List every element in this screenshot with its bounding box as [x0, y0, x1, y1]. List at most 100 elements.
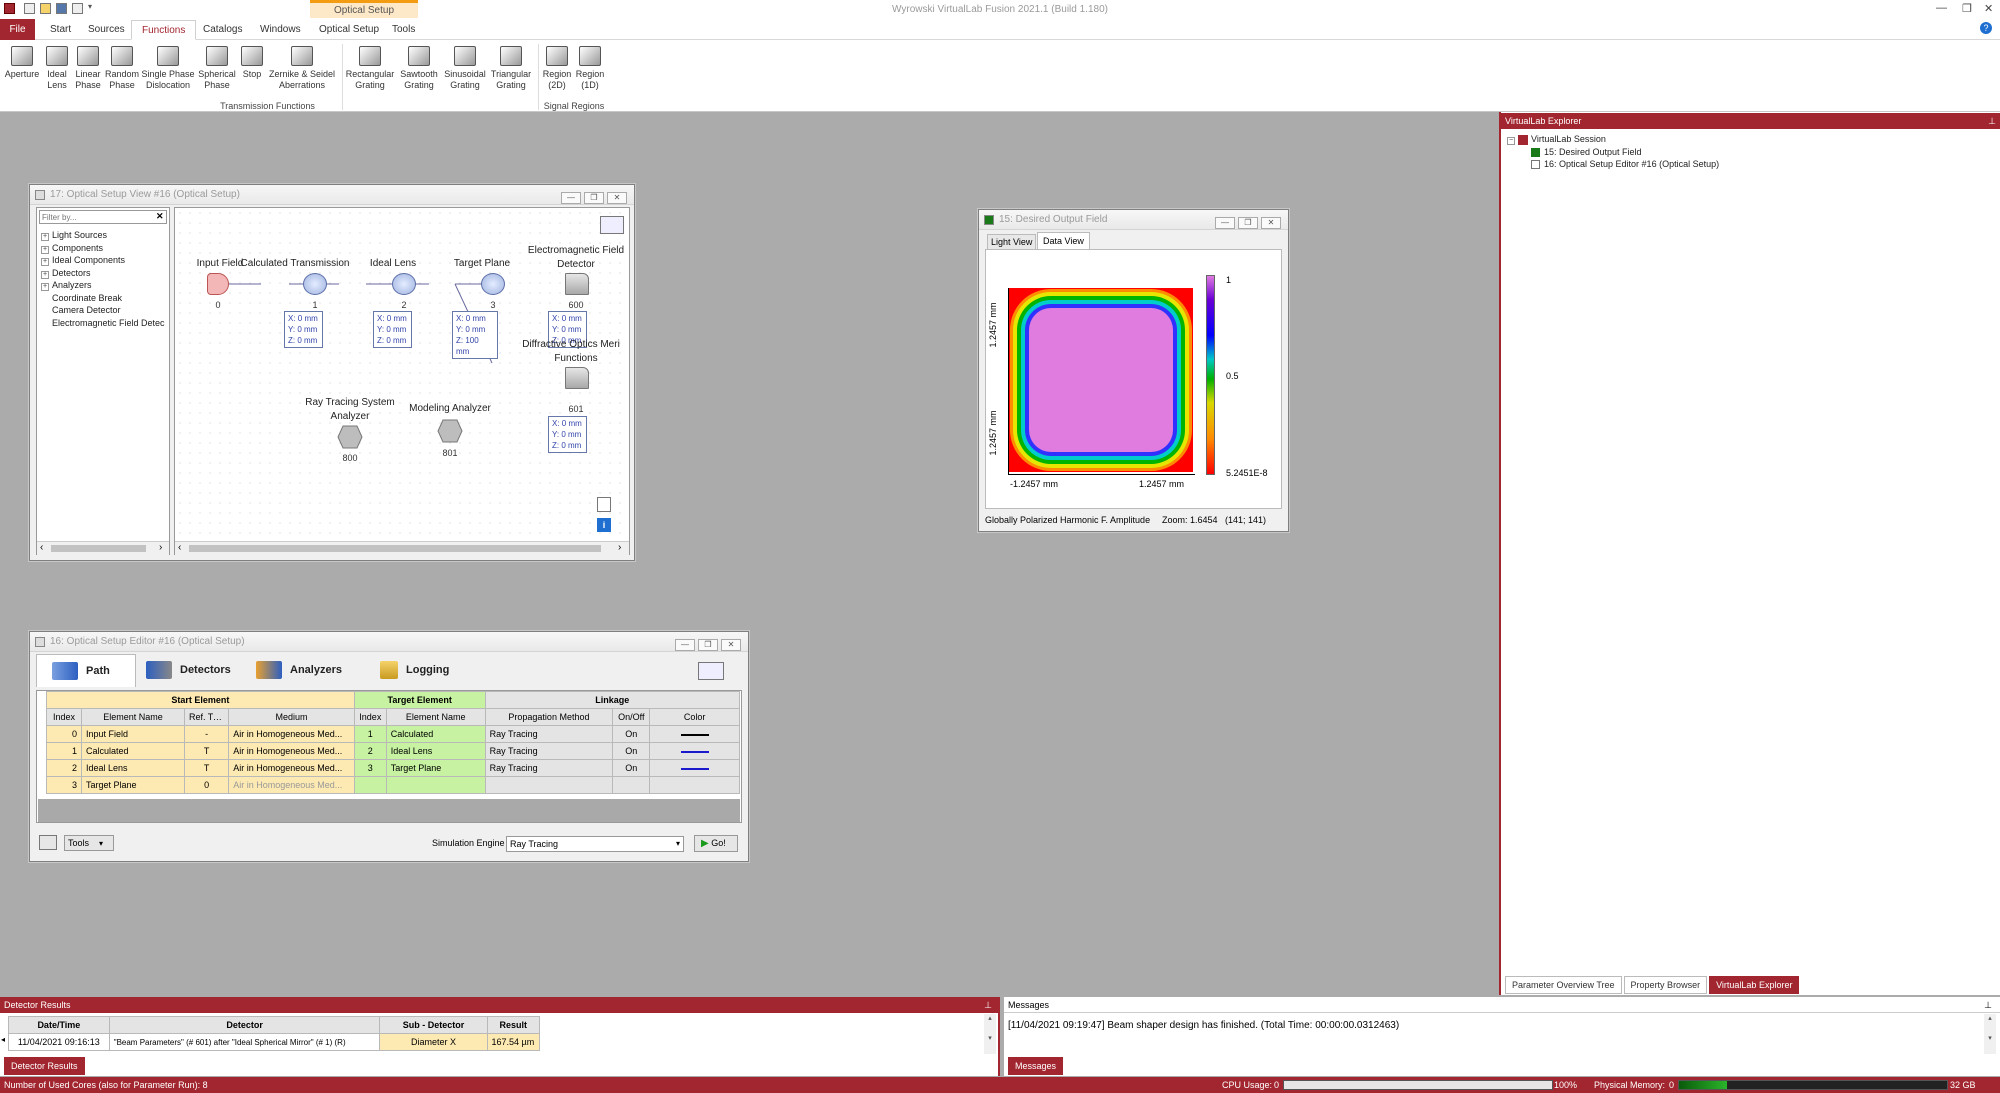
- close-button[interactable]: ✕: [1984, 2, 1993, 15]
- maximize-button[interactable]: ❐: [584, 192, 604, 204]
- table-row[interactable]: 11/04/2021 09:16:13 "Beam Parameters" (#…: [8, 1033, 540, 1051]
- toggle-view-icon[interactable]: [600, 216, 624, 234]
- tab-messages[interactable]: Messages: [1008, 1057, 1064, 1075]
- tab-virtuallab-explorer[interactable]: VirtualLab Explorer: [1709, 976, 1800, 994]
- scroll-right-icon[interactable]: ›: [159, 542, 162, 553]
- pin-icon[interactable]: ⊥: [1988, 113, 1996, 129]
- component-node[interactable]: [303, 273, 327, 295]
- component-node[interactable]: [481, 273, 505, 295]
- minimize-button[interactable]: —: [675, 639, 695, 651]
- tree-item-setup-editor[interactable]: 16: Optical Setup Editor #16 (Optical Se…: [1507, 158, 1719, 171]
- scroll-left-icon[interactable]: ‹: [40, 542, 43, 553]
- cell-color[interactable]: [649, 759, 740, 777]
- column-header[interactable]: Element Name: [81, 708, 185, 726]
- filter-input[interactable]: [39, 210, 167, 224]
- cell-target-index[interactable]: 3: [353, 759, 387, 777]
- tools-dropdown[interactable]: Tools ▾: [64, 835, 114, 851]
- tab-analyzers[interactable]: Analyzers: [256, 654, 366, 687]
- cell-element-name[interactable]: Input Field: [81, 725, 185, 743]
- column-header[interactable]: Propagation Method: [484, 708, 614, 726]
- table-row[interactable]: 3 Target Plane 0 Air in Homogeneous Med.…: [46, 776, 740, 794]
- tab-data-view[interactable]: Data View: [1037, 232, 1090, 249]
- cell-target-index[interactable]: [353, 776, 387, 794]
- pin-icon[interactable]: ⊥: [984, 997, 992, 1013]
- column-header[interactable]: Ref. Type: [183, 708, 230, 726]
- cell-color[interactable]: [649, 725, 740, 743]
- cell-index[interactable]: 2: [46, 759, 82, 777]
- go-button[interactable]: ▶ Go!: [694, 835, 738, 852]
- region-2d-button[interactable]: Region (2D): [541, 44, 573, 100]
- spherical-phase-button[interactable]: Spherical Phase: [196, 44, 238, 100]
- light-source-node[interactable]: [207, 273, 229, 295]
- stop-button[interactable]: Stop: [238, 44, 266, 100]
- cell-target-name[interactable]: Calculated: [385, 725, 486, 743]
- cell-propagation[interactable]: [484, 776, 614, 794]
- cell-color[interactable]: [649, 776, 740, 794]
- cell-color[interactable]: [649, 742, 740, 760]
- cell-on-off[interactable]: On: [612, 742, 651, 760]
- cell-element-name[interactable]: Ideal Lens: [81, 759, 185, 777]
- close-button[interactable]: ✕: [1261, 217, 1281, 229]
- maximize-button[interactable]: ❐: [1962, 2, 1972, 15]
- tree-item-detectors[interactable]: + Detectors: [41, 267, 165, 280]
- menu-optical-setup[interactable]: Optical Setup: [309, 20, 389, 40]
- scroll-right-icon[interactable]: ›: [618, 542, 621, 553]
- column-header[interactable]: Element Name: [385, 708, 486, 726]
- zernike-seidel-button[interactable]: Zernike & Seidel Aberrations: [266, 44, 338, 100]
- cell-propagation[interactable]: Ray Tracing: [484, 725, 614, 743]
- region-1d-button[interactable]: Region (1D): [574, 44, 606, 100]
- tab-light-view[interactable]: Light View: [987, 234, 1037, 249]
- rectangular-grating-button[interactable]: Rectangular Grating: [344, 44, 396, 100]
- maximize-button[interactable]: ❐: [1238, 217, 1258, 229]
- cell-target-index[interactable]: 2: [353, 742, 387, 760]
- cell-element-name[interactable]: Target Plane: [81, 776, 185, 794]
- menu-file[interactable]: File: [0, 19, 35, 40]
- table-row[interactable]: 2 Ideal Lens T Air in Homogeneous Med...…: [46, 759, 740, 777]
- menu-sources[interactable]: Sources: [78, 20, 135, 40]
- linear-phase-button[interactable]: Linear Phase: [72, 44, 104, 100]
- tree-item-coordinate-break[interactable]: Coordinate Break: [41, 292, 165, 305]
- cell-index[interactable]: 0: [46, 725, 82, 743]
- sawtooth-grating-button[interactable]: Sawtooth Grating: [396, 44, 442, 100]
- cell-on-off[interactable]: [612, 776, 651, 794]
- window-titlebar[interactable]: 17: Optical Setup View #16 (Optical Setu…: [30, 185, 634, 205]
- column-header[interactable]: Result: [486, 1016, 540, 1034]
- expand-icon[interactable]: +: [41, 233, 49, 241]
- maximize-button[interactable]: ❐: [698, 639, 718, 651]
- cell-ref-type[interactable]: T: [183, 742, 230, 760]
- analyzer-node[interactable]: [337, 425, 363, 449]
- tree-hscrollbar[interactable]: ‹ ›: [37, 541, 169, 555]
- tab-property-browser[interactable]: Property Browser: [1623, 976, 1708, 994]
- menu-catalogs[interactable]: Catalogs: [193, 20, 252, 40]
- close-button[interactable]: ✕: [721, 639, 741, 651]
- collapse-icon[interactable]: −: [1507, 137, 1515, 145]
- column-header[interactable]: On/Off: [612, 708, 651, 726]
- menu-windows[interactable]: Windows: [250, 20, 311, 40]
- column-header[interactable]: Date/Time: [8, 1016, 110, 1034]
- simulation-engine-select[interactable]: Ray Tracing ▾: [506, 836, 684, 852]
- expand-icon[interactable]: +: [41, 270, 49, 279]
- table-row[interactable]: 0 Input Field - Air in Homogeneous Med..…: [46, 725, 740, 743]
- column-header[interactable]: Index: [353, 708, 387, 726]
- tree-item-session[interactable]: − VirtualLab Session: [1507, 133, 1719, 146]
- component-node[interactable]: [392, 273, 416, 295]
- detector-node[interactable]: [565, 367, 589, 389]
- sinusoidal-grating-button[interactable]: Sinusoidal Grating: [442, 44, 488, 100]
- menu-tools[interactable]: Tools: [382, 20, 425, 40]
- cell-result[interactable]: 167.54 µm: [486, 1033, 540, 1051]
- cell-subdetector[interactable]: Diameter X: [379, 1033, 488, 1051]
- cell-medium[interactable]: Air in Homogeneous Med...: [228, 759, 355, 777]
- cell-on-off[interactable]: On: [612, 759, 651, 777]
- scroll-thumb[interactable]: [189, 545, 601, 552]
- tree-item-components[interactable]: + Components: [41, 242, 165, 255]
- cell-ref-type[interactable]: -: [183, 725, 230, 743]
- document-icon[interactable]: [597, 497, 611, 512]
- cell-detector[interactable]: "Beam Parameters" (# 601) after "Ideal S…: [108, 1033, 381, 1051]
- tab-parameter-overview[interactable]: Parameter Overview Tree: [1505, 976, 1622, 994]
- cell-index[interactable]: 3: [46, 776, 82, 794]
- cell-on-off[interactable]: On: [612, 725, 651, 743]
- expand-icon[interactable]: +: [41, 245, 49, 254]
- expand-icon[interactable]: +: [41, 258, 49, 266]
- column-header[interactable]: Detector: [108, 1016, 381, 1034]
- analyzer-node[interactable]: [437, 419, 463, 443]
